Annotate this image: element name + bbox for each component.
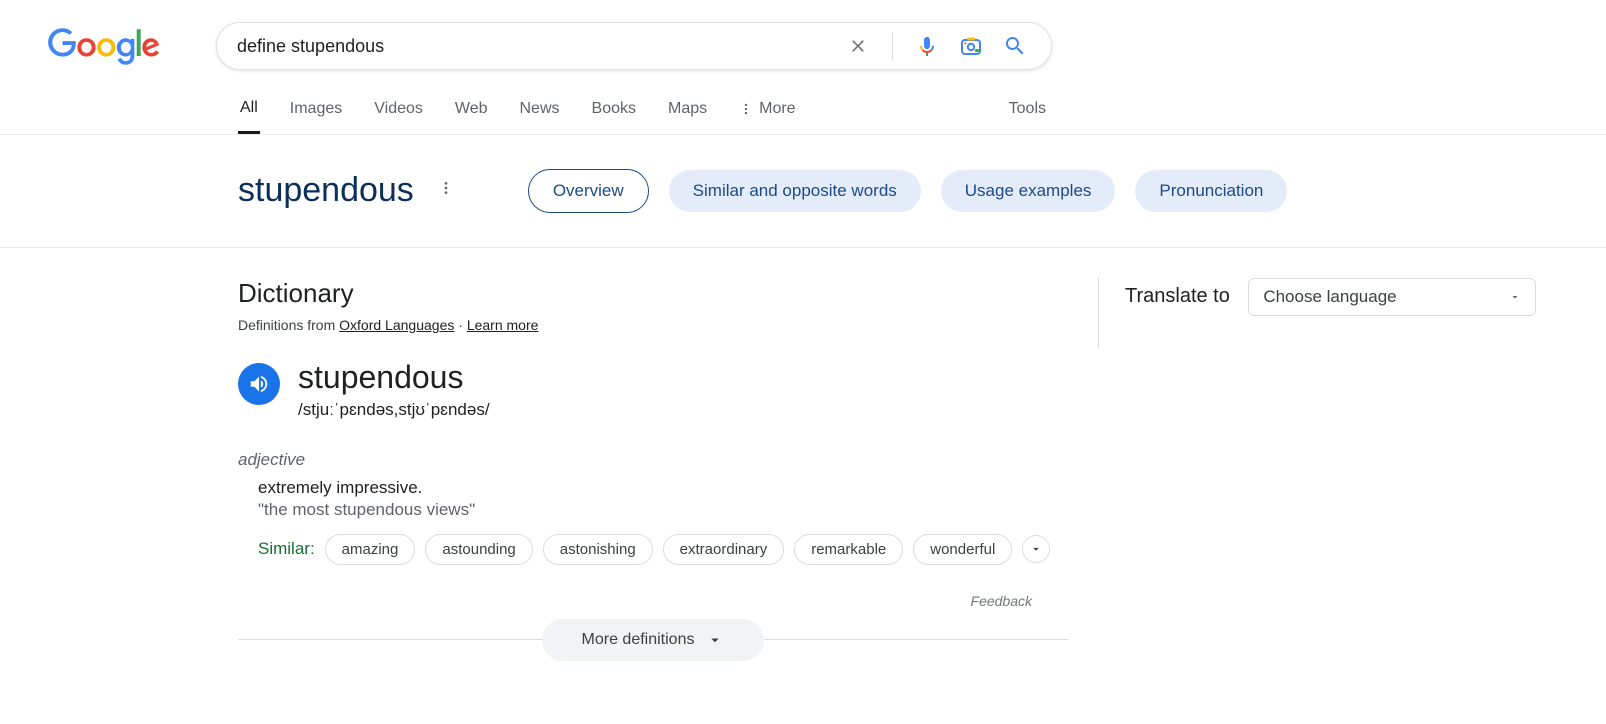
voice-search-icon[interactable] [913, 32, 941, 60]
oxford-link[interactable]: Oxford Languages [339, 317, 454, 333]
synonym-chip[interactable]: extraordinary [663, 534, 785, 565]
synonym-chip[interactable]: wonderful [913, 534, 1012, 565]
tab-more[interactable]: More [737, 100, 797, 132]
dropdown-icon [1509, 291, 1521, 303]
separator [892, 32, 893, 60]
more-definitions-button[interactable]: More definitions [542, 619, 765, 661]
feedback-link[interactable]: Feedback [238, 593, 1032, 609]
search-input[interactable] [237, 36, 836, 57]
part-of-speech: adjective [238, 450, 1068, 470]
tab-news[interactable]: News [518, 100, 562, 132]
headword: stupendous [238, 171, 414, 210]
tab-images[interactable]: Images [288, 100, 344, 132]
tab-web[interactable]: Web [453, 100, 490, 132]
expand-synonyms-button[interactable] [1022, 535, 1050, 563]
chip-usage-examples[interactable]: Usage examples [941, 170, 1116, 212]
synonym-chip[interactable]: astonishing [543, 534, 653, 565]
chevron-down-icon [1029, 542, 1043, 556]
synonym-chip[interactable]: amazing [325, 534, 416, 565]
dictionary-source: Definitions from Oxford Languages · Lear… [238, 317, 1068, 333]
more-vertical-icon [739, 102, 753, 116]
speaker-icon [248, 373, 270, 395]
dictionary-heading: Dictionary [238, 278, 1068, 309]
clear-icon[interactable] [844, 32, 872, 60]
search-icon[interactable] [1001, 32, 1029, 60]
language-select[interactable]: Choose language [1248, 278, 1536, 316]
search-bar [216, 22, 1052, 70]
results-tabs: All Images Videos Web News Books Maps Mo… [0, 99, 1606, 135]
tab-videos[interactable]: Videos [372, 100, 425, 132]
translate-label: Translate to [1125, 285, 1230, 308]
similar-label: Similar: [258, 539, 315, 559]
pronounce-button[interactable] [238, 363, 280, 405]
synonyms-row: Similar: amazing astounding astonishing … [258, 534, 1068, 565]
chip-pronunciation[interactable]: Pronunciation [1135, 170, 1287, 212]
word-menu-icon[interactable] [434, 176, 458, 205]
divider [764, 639, 1068, 640]
chevron-down-icon [706, 631, 724, 649]
learn-more-link[interactable]: Learn more [467, 317, 539, 333]
image-search-icon[interactable] [957, 32, 985, 60]
synonym-chip[interactable]: remarkable [794, 534, 903, 565]
tab-books[interactable]: Books [590, 100, 638, 132]
example-text: "the most stupendous views" [258, 500, 1068, 520]
tab-all[interactable]: All [238, 99, 260, 134]
divider [238, 639, 542, 640]
definition-text: extremely impressive. [258, 478, 1068, 498]
tools-button[interactable]: Tools [1009, 100, 1046, 132]
tab-maps[interactable]: Maps [666, 100, 709, 132]
word-strip: stupendous Overview Similar and opposite… [0, 169, 1606, 248]
google-logo[interactable] [48, 28, 160, 71]
entry-word: stupendous [298, 359, 490, 396]
synonym-chip[interactable]: astounding [425, 534, 532, 565]
pronunciation-text: /stjuːˈpɛndəs,stjʊˈpɛndəs/ [298, 400, 490, 420]
chip-overview[interactable]: Overview [528, 169, 649, 213]
chip-similar-opposite[interactable]: Similar and opposite words [669, 170, 921, 212]
